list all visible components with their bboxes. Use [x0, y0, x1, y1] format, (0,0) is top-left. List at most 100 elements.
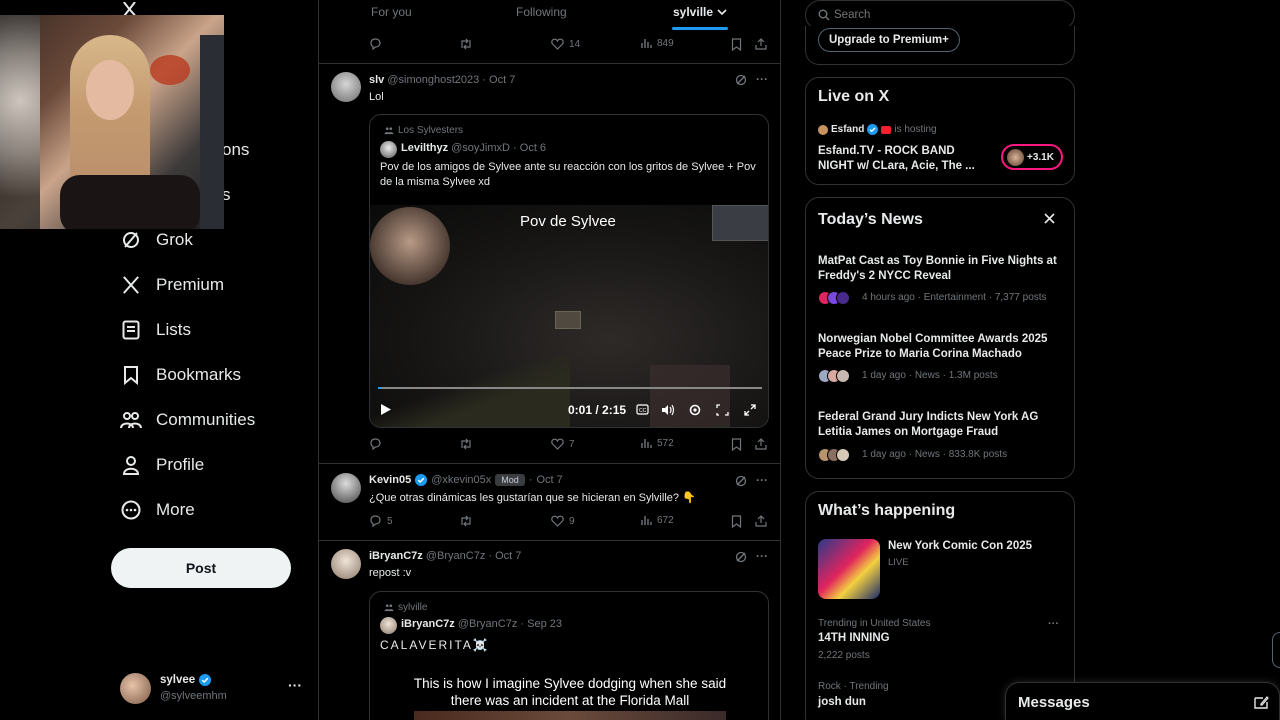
- search-input[interactable]: [834, 6, 1054, 24]
- author-handle[interactable]: @simonghost2023: [387, 74, 479, 86]
- tab-sylville[interactable]: sylville: [673, 5, 727, 19]
- quoted-tweet[interactable]: sylville iBryanC7z @BryanC7z · Sep 23 CA…: [369, 591, 769, 720]
- quoted-header: Levilthyz @soyJimxD · Oct 6: [401, 142, 547, 154]
- sidebar-item-communities[interactable]: Communities: [120, 400, 255, 440]
- tab-for-you[interactable]: For you: [371, 5, 412, 19]
- sidebar-item-profile[interactable]: Profile: [120, 445, 204, 485]
- views-button[interactable]: 849: [641, 38, 674, 49]
- sidebar-item-lists[interactable]: Lists: [120, 310, 191, 350]
- captions-icon[interactable]: CC: [636, 404, 649, 415]
- reply-button[interactable]: 5: [369, 515, 393, 527]
- more-icon[interactable]: ···: [756, 72, 768, 86]
- reply-button[interactable]: [369, 38, 382, 50]
- search-icon: [818, 9, 830, 21]
- sidebar-item-bookmarks[interactable]: Bookmarks: [120, 355, 241, 395]
- like-button[interactable]: 7: [551, 438, 575, 450]
- video-player[interactable]: [414, 711, 726, 720]
- settings-gear-icon[interactable]: [688, 403, 702, 417]
- views-button[interactable]: 672: [641, 515, 674, 526]
- quoted-header: iBryanC7z @BryanC7z · Sep 23: [401, 618, 562, 630]
- reply-count: 5: [387, 515, 393, 527]
- bookmark-icon: [120, 364, 142, 386]
- left-sidebar: ons s Grok Premium Lists Bookmarks Commu…: [0, 0, 318, 720]
- profile-icon: [120, 454, 142, 476]
- author-handle[interactable]: @BryanC7z: [426, 550, 485, 562]
- pip-icon[interactable]: [716, 404, 729, 416]
- author-handle: @BryanC7z: [457, 618, 518, 630]
- like-button[interactable]: 14: [551, 38, 580, 50]
- share-button[interactable]: [755, 438, 767, 450]
- author-name[interactable]: Kevin05: [369, 474, 411, 486]
- views-button[interactable]: 572: [641, 438, 674, 449]
- volume-icon[interactable]: [661, 404, 675, 416]
- live-host[interactable]: Esfand is hosting: [818, 124, 937, 135]
- tab-label: sylville: [673, 5, 714, 19]
- video-progress-track[interactable]: [378, 387, 762, 389]
- tweet-date[interactable]: Oct 7: [536, 474, 562, 486]
- bookmark-button[interactable]: [731, 38, 742, 51]
- trend-name[interactable]: 14TH INNING: [818, 632, 890, 644]
- bookmark-button[interactable]: [731, 515, 742, 528]
- live-listeners-pill[interactable]: +3.1K: [1001, 144, 1063, 170]
- more-icon[interactable]: ···: [1048, 618, 1059, 630]
- sidebar-item-more[interactable]: More: [120, 490, 195, 530]
- quoted-tweet[interactable]: Los Sylvesters Levilthyz @soyJimxD · Oct…: [369, 114, 769, 428]
- live-card: Live on X Esfand is hosting Esfand.TV - …: [805, 77, 1075, 185]
- news-headline[interactable]: Norwegian Nobel Committee Awards 2025 Pe…: [818, 332, 1063, 362]
- new-message-icon[interactable]: [1254, 695, 1269, 709]
- avatar: [380, 141, 397, 158]
- share-button[interactable]: [755, 38, 767, 50]
- tab-following[interactable]: Following: [516, 5, 567, 19]
- tweet-date[interactable]: Oct 7: [495, 550, 521, 562]
- video-player[interactable]: Pov de Sylvee 0:01 / 2:15 CC: [370, 205, 768, 427]
- video-caption: This is how I imagine Sylvee dodging whe…: [413, 676, 727, 708]
- tweet-date[interactable]: Oct 7: [489, 74, 515, 86]
- news-headline[interactable]: MatPat Cast as Toy Bonnie in Five Nights…: [818, 254, 1063, 284]
- scroll-handle[interactable]: [1272, 632, 1280, 668]
- repost-button[interactable]: [459, 515, 473, 527]
- divider: [319, 463, 780, 464]
- tweet-date: Sep 23: [527, 618, 562, 630]
- community-name[interactable]: Los Sylvesters: [398, 125, 463, 136]
- author-handle[interactable]: @xkevin05x: [431, 474, 491, 486]
- active-tab-indicator: [672, 27, 728, 30]
- repost-button[interactable]: [459, 438, 473, 450]
- event-title[interactable]: New York Comic Con 2025: [888, 540, 1032, 552]
- more-icon[interactable]: ···: [756, 549, 768, 563]
- play-icon[interactable]: [380, 403, 392, 416]
- grok-icon[interactable]: [735, 74, 747, 86]
- messages-drawer[interactable]: Messages: [1005, 682, 1280, 720]
- share-button[interactable]: [755, 515, 767, 527]
- reply-button[interactable]: [369, 438, 382, 450]
- news-headline[interactable]: Federal Grand Jury Indicts New York AG L…: [818, 410, 1063, 440]
- author-name[interactable]: slv: [369, 74, 384, 86]
- bookmark-button[interactable]: [731, 438, 742, 451]
- grok-icon[interactable]: [735, 475, 747, 487]
- avatar[interactable]: [331, 72, 361, 102]
- fullscreen-icon[interactable]: [744, 404, 756, 416]
- messages-title: Messages: [1018, 694, 1090, 711]
- post-button[interactable]: Post: [111, 548, 291, 588]
- more-icon[interactable]: ···: [756, 473, 768, 487]
- author-name: Levilthyz: [401, 142, 449, 154]
- author-name[interactable]: iBryanC7z: [369, 550, 423, 562]
- stream-title[interactable]: Esfand.TV - ROCK BAND NIGHT w/ CLara, Ac…: [818, 144, 988, 174]
- account-switcher[interactable]: sylvee @sylveemhm ···: [120, 672, 310, 706]
- sidebar-item-premium[interactable]: Premium: [120, 265, 224, 305]
- community-name[interactable]: sylville: [398, 602, 427, 613]
- more-icon[interactable]: ···: [288, 677, 302, 693]
- upgrade-premium-button[interactable]: Upgrade to Premium+: [818, 28, 960, 52]
- close-icon[interactable]: [1044, 213, 1055, 224]
- tweet-header: slv @simonghost2023 · Oct 7: [369, 74, 516, 86]
- trend-name[interactable]: josh dun: [818, 696, 866, 708]
- repost-button[interactable]: [459, 38, 473, 50]
- event-thumbnail[interactable]: [818, 539, 880, 599]
- divider: [319, 540, 780, 541]
- like-button[interactable]: 9: [551, 515, 575, 527]
- avatar[interactable]: [331, 473, 361, 503]
- avatar[interactable]: [331, 549, 361, 579]
- views-count: 849: [657, 38, 674, 49]
- event-status: LIVE: [888, 557, 909, 568]
- avatar: [120, 673, 151, 704]
- grok-icon[interactable]: [735, 551, 747, 563]
